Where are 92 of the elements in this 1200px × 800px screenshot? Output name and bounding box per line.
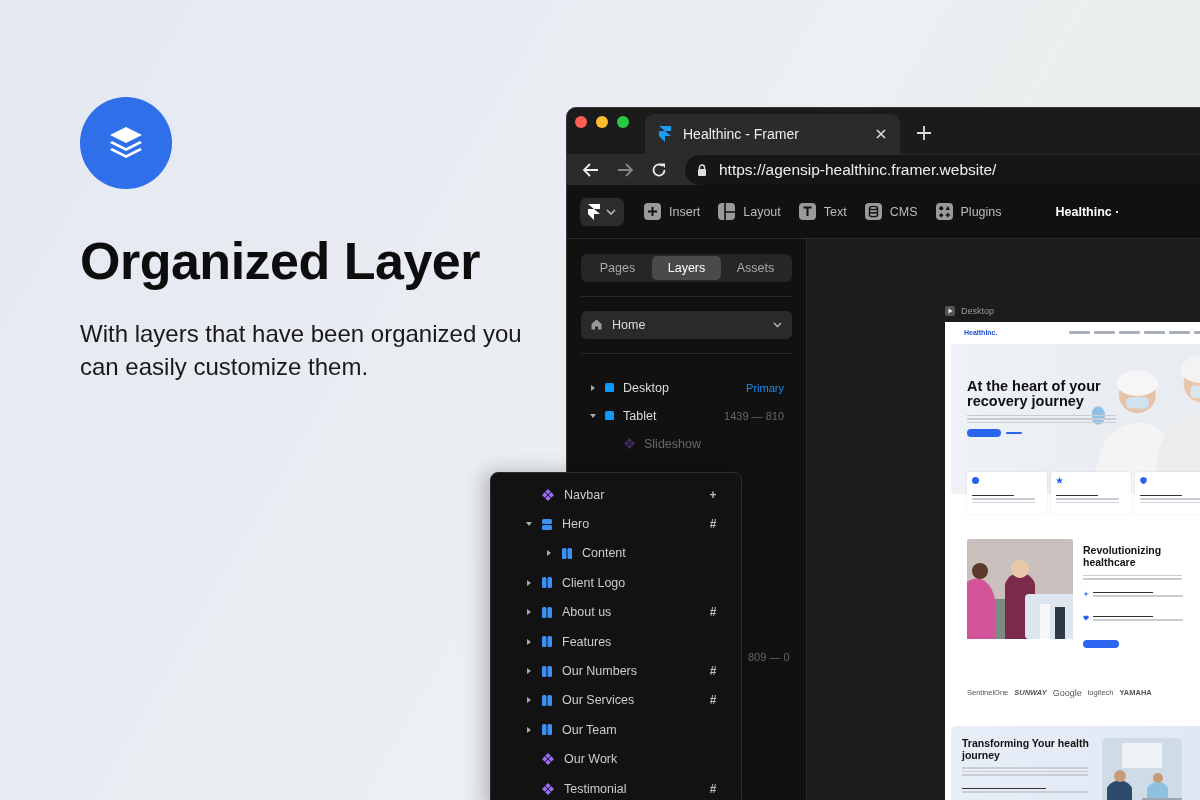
frame-size: 1439 — 810 <box>724 410 784 422</box>
columns-icon <box>542 694 552 706</box>
frame-icon <box>605 383 614 393</box>
layer-symbol-label: # <box>708 781 718 796</box>
component-icon <box>624 438 635 450</box>
back-icon[interactable] <box>583 162 599 177</box>
columns-icon <box>542 636 552 648</box>
feature-icon <box>972 477 979 484</box>
plugins-icon <box>935 203 953 221</box>
caret-icon[interactable] <box>526 668 532 675</box>
layer-name[interactable]: Desktop <box>623 381 738 395</box>
layer-name[interactable]: Content <box>582 546 741 561</box>
layout-icon <box>718 203 736 221</box>
layer-symbol-label: # <box>708 693 718 708</box>
play-icon <box>945 306 955 316</box>
close-dot-icon[interactable] <box>575 116 587 129</box>
layer-name[interactable]: Our Services <box>562 693 693 708</box>
columns-icon <box>542 606 552 618</box>
caret-icon[interactable] <box>526 579 532 586</box>
framer-logo-icon <box>659 126 671 143</box>
reload-icon[interactable] <box>651 161 667 178</box>
hero-title: At the heart of your recovery journey <box>967 379 1102 409</box>
layer-name[interactable]: Our Numbers <box>562 664 693 679</box>
columns-icon <box>542 724 552 736</box>
toolbar-button[interactable]: CMS <box>864 203 918 221</box>
layer-name[interactable]: About us <box>562 605 693 620</box>
layer-name[interactable]: Tablet <box>623 409 716 423</box>
layer-name[interactable]: Testimonial <box>564 781 693 796</box>
lock-icon <box>697 163 707 176</box>
component-icon <box>542 488 554 501</box>
columns-icon <box>562 547 572 559</box>
forward-icon[interactable] <box>617 162 633 177</box>
toolbar-button[interactable]: Plugins <box>935 203 1002 221</box>
component-icon <box>542 753 554 766</box>
section-title: Transforming Your health journey <box>962 738 1090 762</box>
toolbar-button[interactable]: Text <box>798 203 847 221</box>
close-icon[interactable] <box>876 129 886 140</box>
button-drawing <box>1083 640 1119 648</box>
caret-icon[interactable] <box>526 697 532 704</box>
layer-symbol-label: # <box>708 664 718 679</box>
maximize-dot-icon[interactable] <box>617 116 629 129</box>
caret-icon[interactable] <box>546 550 552 557</box>
text-icon <box>798 203 816 221</box>
layer-name[interactable]: Features <box>562 634 741 649</box>
layer-name[interactable]: Hero <box>562 517 693 532</box>
toolbar-button[interactable]: Layout <box>718 203 781 221</box>
framer-logo-icon <box>588 203 600 220</box>
columns-icon <box>542 577 552 589</box>
feature-icon <box>1056 477 1063 484</box>
feature-icon <box>1083 615 1089 622</box>
caret-icon[interactable] <box>526 726 532 733</box>
frame-label[interactable]: Desktop <box>945 306 1200 316</box>
columns-icon <box>542 665 552 677</box>
toolbar-button[interactable]: Insert <box>644 203 701 221</box>
primary-label: Primary <box>746 382 784 394</box>
cms-icon <box>864 203 882 221</box>
frame-size: 809 — 0 <box>748 651 790 663</box>
headline: Organized Layer <box>80 231 481 291</box>
project-name[interactable]: Healthinc · <box>1055 204 1120 219</box>
chevron-down-icon <box>773 322 782 328</box>
section-title: Revolutionizing healthcare <box>1083 545 1163 569</box>
new-tab-icon[interactable] <box>917 126 931 141</box>
layer-symbol-label: # <box>708 517 718 532</box>
client-logo: Google <box>1052 688 1082 698</box>
stack-icon <box>542 518 552 530</box>
panel-tab[interactable]: Pages <box>583 256 652 280</box>
caret-icon <box>606 208 616 215</box>
feature-icon <box>1140 477 1147 484</box>
caret-icon[interactable] <box>526 609 532 616</box>
caret-icon[interactable] <box>526 638 532 645</box>
layer-name[interactable]: Navbar <box>564 487 693 502</box>
page-select[interactable]: Home <box>581 311 792 339</box>
layer-symbol-label: # <box>708 605 718 620</box>
browser-tab[interactable]: Healthinc - Framer <box>645 114 900 155</box>
frame-icon <box>605 411 614 421</box>
layer-symbol-label: + <box>708 487 718 502</box>
caret-icon[interactable] <box>590 413 596 419</box>
layer-name[interactable]: Our Team <box>562 722 741 737</box>
caret-icon[interactable] <box>590 385 596 391</box>
caret-icon[interactable] <box>526 521 532 528</box>
layer-name[interactable]: Client Logo <box>562 575 741 590</box>
minimize-dot-icon[interactable] <box>596 116 608 129</box>
home-icon <box>591 319 602 331</box>
component-icon <box>542 782 554 795</box>
panel-tab[interactable]: Layers <box>652 256 721 280</box>
panel-tab[interactable]: Assets <box>721 256 790 280</box>
insert-icon <box>644 203 661 221</box>
framer-menu-button[interactable] <box>580 197 624 226</box>
feature-icon <box>1083 591 1089 598</box>
address-field[interactable]: https://agensip-healthinc.framer.website/ <box>685 154 1200 185</box>
subheadline: With layers that have been organized you can easily customize them. <box>80 319 523 383</box>
layer-name[interactable]: Our Work <box>564 752 741 767</box>
